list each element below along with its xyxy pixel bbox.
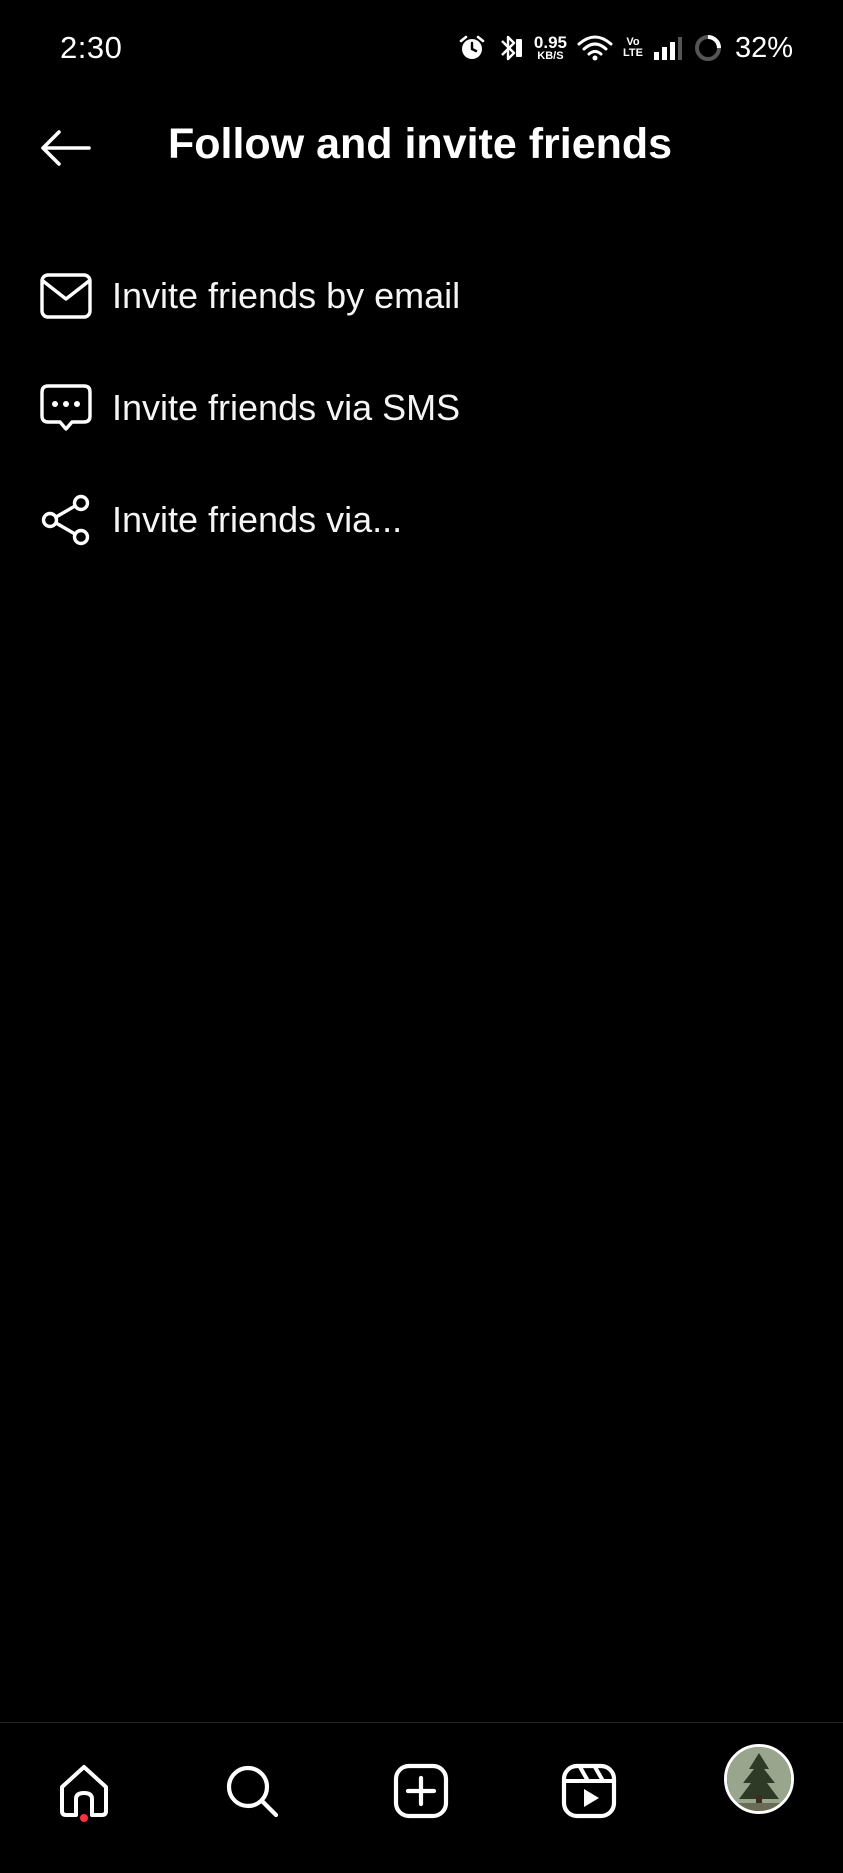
menu-item-label: Invite friends by email <box>112 275 461 316</box>
bottom-nav <box>0 1722 843 1873</box>
avatar-photo <box>727 1747 791 1811</box>
chat-bubble-icon <box>36 378 96 438</box>
bluetooth-icon <box>496 33 524 63</box>
home-icon <box>60 1765 108 1817</box>
status-time: 2:30 <box>60 30 123 65</box>
search-icon <box>226 1765 279 1818</box>
status-icons: 0.95 KB/S Vo LTE 32% <box>458 32 793 65</box>
volte-indicator: Vo LTE <box>623 37 643 59</box>
page-title: Follow and invite friends <box>168 120 673 168</box>
header: Follow and invite friends <box>0 96 843 200</box>
invite-menu: Invite friends by email Invite friends v… <box>0 240 843 576</box>
invite-via-share-item[interactable]: Invite friends via... <box>0 464 843 576</box>
profile-avatar[interactable] <box>724 1744 794 1814</box>
invite-by-email-item[interactable]: Invite friends by email <box>0 240 843 352</box>
nav-reels[interactable] <box>549 1751 629 1831</box>
alarm-icon <box>458 34 486 62</box>
share-icon <box>36 490 96 550</box>
menu-item-label: Invite friends via SMS <box>112 387 461 428</box>
home-notification-dot <box>80 1814 88 1822</box>
reels-icon <box>561 1763 617 1819</box>
battery-ring-icon <box>693 33 723 63</box>
network-speed-value: 0.95 <box>533 33 567 52</box>
back-button[interactable] <box>30 118 100 178</box>
battery-percent: 32% <box>734 31 793 64</box>
nav-search[interactable] <box>212 1751 292 1831</box>
nav-create[interactable] <box>381 1751 461 1831</box>
volte-bottom: LTE <box>622 47 643 59</box>
screen: 2:30 0.95 KB/S Vo LTE 32% Follow and inv… <box>0 0 843 1873</box>
wifi-icon <box>577 34 613 62</box>
back-arrow-icon <box>41 130 91 166</box>
mail-icon <box>36 266 96 326</box>
signal-icon <box>653 36 683 60</box>
create-icon <box>393 1763 449 1819</box>
network-speed-unit: KB/S <box>537 50 564 62</box>
status-bar: 2:30 0.95 KB/S Vo LTE 32% <box>0 0 843 96</box>
invite-via-sms-item[interactable]: Invite friends via SMS <box>0 352 843 464</box>
network-speed: 0.95 KB/S <box>534 34 567 62</box>
menu-item-label: Invite friends via... <box>112 499 403 540</box>
